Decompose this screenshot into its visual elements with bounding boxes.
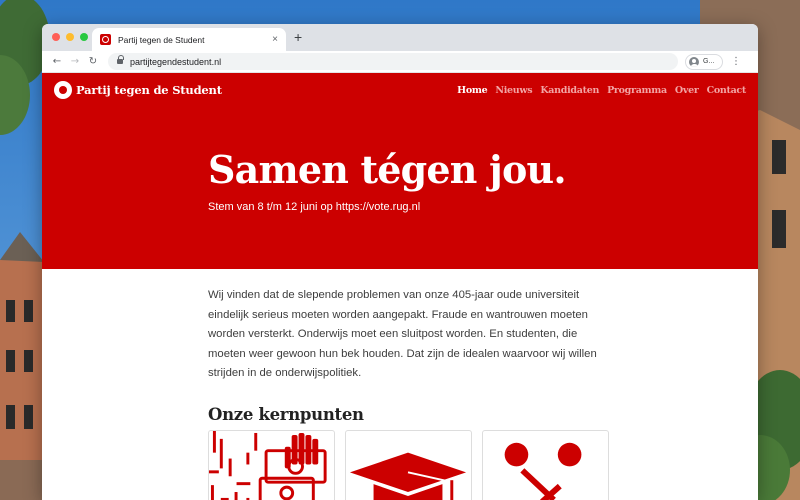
nav-link-contact[interactable]: Contact bbox=[707, 85, 747, 96]
new-tab-button[interactable]: + bbox=[294, 29, 302, 45]
hero: Samen tégen jou. Stem van 8 t/m 12 juni … bbox=[208, 147, 567, 214]
maximize-window-button[interactable] bbox=[80, 33, 88, 41]
nav-link-home[interactable]: Home bbox=[457, 85, 488, 96]
nav-link-programma[interactable]: Programma bbox=[607, 85, 667, 96]
party-logo-icon bbox=[54, 81, 72, 99]
avatar-icon bbox=[689, 56, 699, 67]
site-favicon-icon bbox=[100, 34, 111, 45]
hero-subtitle: Stem van 8 t/m 12 juni op https://vote.r… bbox=[208, 201, 421, 213]
tab-title: Partij tegen de Student bbox=[118, 34, 205, 45]
forward-button[interactable]: → bbox=[66, 56, 84, 67]
profile-button[interactable]: G... bbox=[685, 53, 723, 70]
card-money-hand[interactable] bbox=[208, 430, 335, 500]
intro-paragraph: Wij vinden dat de slepende problemen van… bbox=[208, 289, 597, 379]
address-url[interactable]: partijtegendestudent.nl bbox=[130, 57, 221, 67]
address-bar[interactable]: partijtegendestudent.nl bbox=[108, 53, 678, 70]
profile-label: G... bbox=[703, 58, 715, 65]
money-hand-icon bbox=[209, 431, 327, 500]
card-graduation-cap[interactable] bbox=[345, 430, 472, 500]
nav-link-nieuws[interactable]: Nieuws bbox=[495, 85, 532, 96]
browser-tab-active[interactable]: Partij tegen de Student × bbox=[92, 28, 286, 51]
nav-link-over[interactable]: Over bbox=[675, 85, 699, 96]
main-nav: Home Nieuws Kandidaten Programma Over Co… bbox=[457, 85, 746, 96]
brand-name: Partij tegen de Student bbox=[76, 83, 222, 97]
main-content: Wij vinden dat de slepende problemen van… bbox=[208, 286, 608, 424]
hero-title: Samen tégen jou. bbox=[208, 147, 567, 192]
lock-icon[interactable] bbox=[117, 55, 124, 65]
percentage-icon bbox=[504, 442, 582, 500]
window-controls bbox=[52, 33, 88, 41]
card-percentage[interactable] bbox=[482, 430, 609, 500]
browser-menu-icon[interactable]: ⋮ bbox=[731, 56, 741, 67]
tab-bar: Partij tegen de Student × + bbox=[42, 24, 758, 51]
close-tab-icon[interactable]: × bbox=[272, 34, 278, 45]
site-header: Partij tegen de Student Home Nieuws Kand… bbox=[42, 73, 758, 269]
brand-link[interactable]: Partij tegen de Student bbox=[54, 81, 222, 99]
graduation-cap-icon bbox=[349, 452, 467, 500]
nav-link-kandidaten[interactable]: Kandidaten bbox=[540, 85, 599, 96]
close-window-button[interactable] bbox=[52, 33, 60, 41]
browser-window: Partij tegen de Student × + ← → ↻ partij… bbox=[42, 24, 758, 500]
kernpunten-cards bbox=[208, 430, 609, 500]
site-navbar: Partij tegen de Student Home Nieuws Kand… bbox=[42, 73, 758, 107]
section-title: Onze kernpunten bbox=[208, 404, 364, 424]
browser-toolbar: ← → ↻ partijtegendestudent.nl G... ⋮ bbox=[42, 51, 758, 73]
reload-button[interactable]: ↻ bbox=[84, 56, 102, 67]
back-button[interactable]: ← bbox=[48, 56, 66, 67]
minimize-window-button[interactable] bbox=[66, 33, 74, 41]
